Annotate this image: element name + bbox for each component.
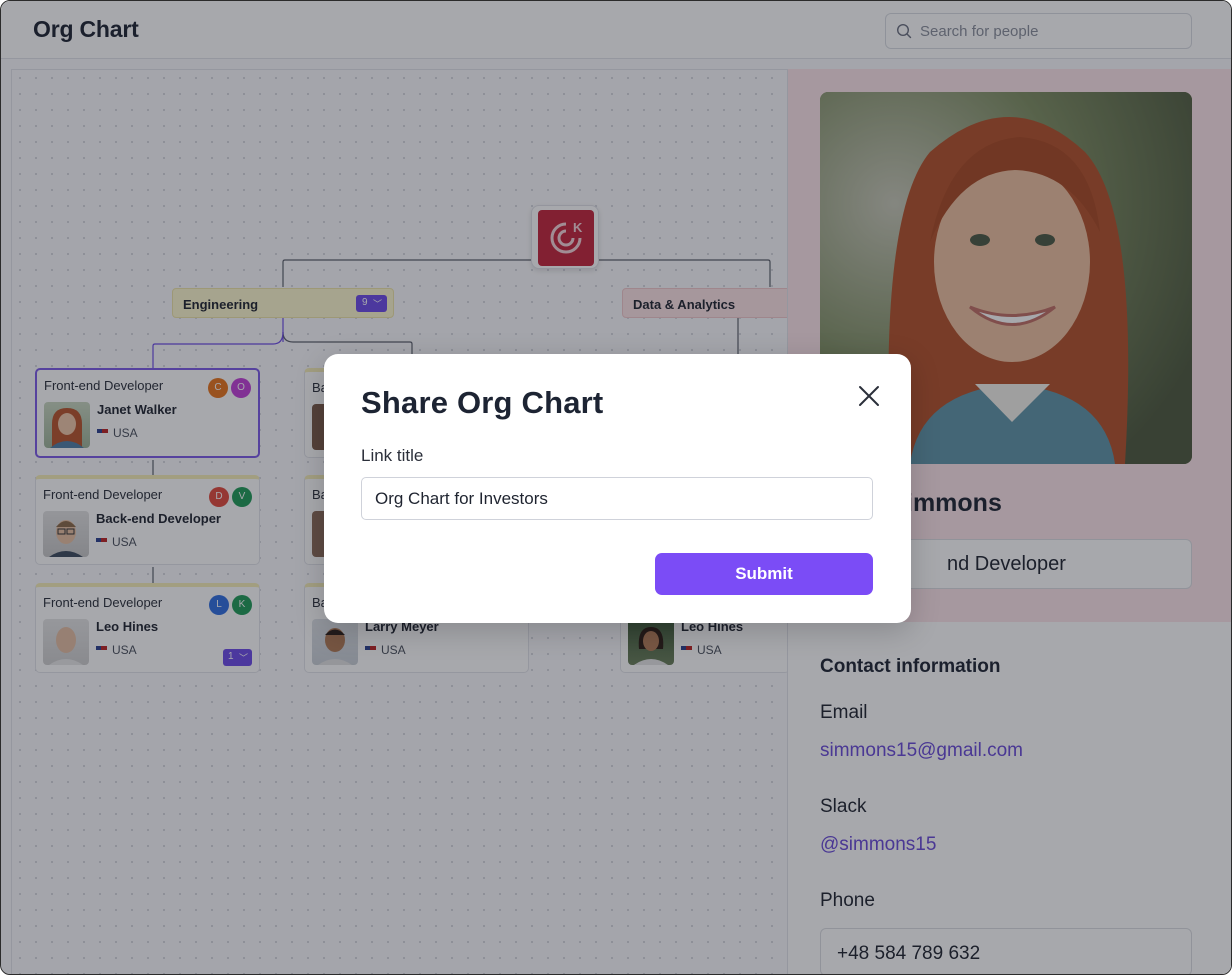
link-title-label: Link title xyxy=(361,446,424,465)
close-icon xyxy=(859,386,879,406)
link-title-input[interactable] xyxy=(361,477,873,520)
submit-button[interactable]: Submit xyxy=(655,553,873,595)
dialog-title: Share Org Chart xyxy=(361,385,604,420)
share-org-chart-dialog: Share Org Chart Link title Submit xyxy=(324,354,911,623)
close-button[interactable] xyxy=(854,382,884,412)
app-window: Org Chart Engineering 9 ﹀ xyxy=(0,0,1232,975)
